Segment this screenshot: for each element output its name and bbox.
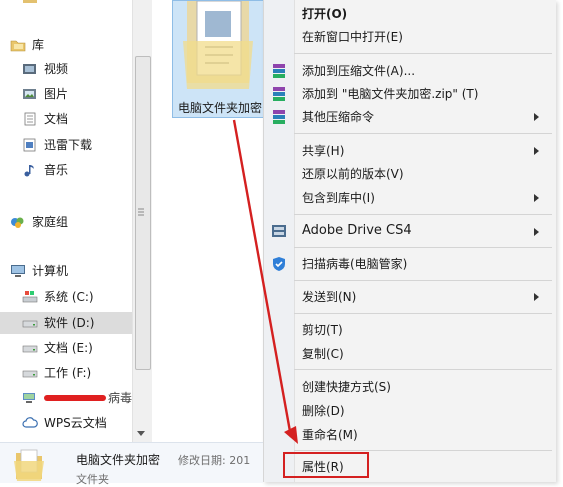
menu-separator — [294, 214, 552, 215]
details-file-type: 文件夹 — [76, 473, 109, 486]
nav-item-computer[interactable]: 计算机 — [10, 260, 68, 282]
nav-item-drive-e[interactable]: 文档 (E:) — [22, 337, 93, 359]
drive-icon — [22, 341, 38, 355]
nav-label: 视频 — [44, 62, 69, 76]
winrar-archive-icon — [273, 87, 285, 101]
nav-item-wps[interactable]: WPS云文档 — [22, 412, 107, 434]
nav-item-pictures[interactable]: 图片 — [22, 83, 68, 105]
menu-separator — [294, 53, 552, 54]
nav-item-drive-c[interactable]: 系统 (C:) — [22, 286, 94, 308]
navigation-pane: 库 视频 图片 文档 迅雷下载 音乐 家庭组 计算机 系统 (C:) 软件 (D… — [0, 0, 152, 442]
context-menu: 打开(O) 在新窗口中打开(E) 添加到压缩文件(A)... 添加到 "电脑文件… — [263, 0, 556, 482]
menu-item-open-new-window[interactable]: 在新窗口中打开(E) — [302, 27, 403, 47]
menu-item-include-library[interactable]: 包含到库中(I) — [302, 188, 375, 208]
nav-item-redacted[interactable]: 病毒 — [22, 387, 132, 409]
nav-label: 音乐 — [44, 163, 69, 177]
download-folder-icon — [22, 138, 38, 152]
submenu-arrow-icon — [534, 194, 539, 202]
menu-item-share[interactable]: 共享(H) — [302, 141, 344, 161]
menu-item-other-compress[interactable]: 其他压缩命令 — [302, 107, 374, 127]
menu-separator — [294, 313, 552, 314]
menu-item-restore[interactable]: 还原以前的版本(V) — [302, 164, 404, 184]
submenu-arrow-icon — [534, 113, 539, 121]
menu-item-delete[interactable]: 删除(D) — [302, 401, 345, 421]
menu-item-create-shortcut[interactable]: 创建快捷方式(S) — [302, 377, 391, 397]
picture-icon — [22, 87, 38, 101]
shield-icon — [273, 257, 285, 271]
menu-item-send-to[interactable]: 发送到(N) — [302, 287, 356, 307]
nav-label: 病毒 — [108, 391, 133, 405]
scroll-down-arrow-icon[interactable] — [135, 428, 147, 438]
music-note-icon — [22, 163, 38, 177]
submenu-arrow-icon — [534, 147, 539, 155]
scroll-grip-icon — [138, 208, 144, 216]
nav-item-library[interactable]: 库 — [10, 34, 44, 56]
nav-label: WPS云文档 — [44, 416, 107, 430]
nav-item-drive-d[interactable]: 软件 (D:) — [0, 312, 152, 334]
folder-icon — [183, 1, 253, 89]
drive-icon — [22, 316, 38, 330]
menu-item-cut[interactable]: 剪切(T) — [302, 320, 343, 340]
folder-name-label: 电脑文件夹加密 — [178, 101, 263, 115]
nav-item-cutoff[interactable] — [22, 0, 44, 8]
system-drive-icon — [22, 290, 38, 304]
menu-separator — [294, 280, 552, 281]
nav-item-xunlei[interactable]: 迅雷下载 — [22, 134, 92, 156]
nav-label: 库 — [32, 38, 45, 52]
menu-item-add-zip[interactable]: 添加到 "电脑文件夹加密.zip" (T) — [302, 84, 478, 104]
redaction-mark — [44, 395, 106, 401]
properties-highlight-box — [283, 452, 369, 478]
nav-label: 图片 — [44, 87, 69, 101]
menu-item-open[interactable]: 打开(O) — [302, 4, 347, 24]
menu-item-copy[interactable]: 复制(C) — [302, 344, 344, 364]
nav-item-documents[interactable]: 文档 — [22, 108, 68, 130]
submenu-arrow-icon — [534, 293, 539, 301]
adobe-drive-icon — [272, 225, 286, 237]
library-folder-icon — [10, 38, 26, 52]
nav-label: 迅雷下载 — [44, 138, 93, 152]
menu-separator — [294, 369, 552, 370]
computer-icon — [10, 264, 26, 278]
winrar-archive-icon — [273, 110, 285, 124]
submenu-arrow-icon — [534, 228, 539, 236]
menu-item-adobe-drive[interactable]: Adobe Drive CS4 — [302, 221, 412, 241]
document-icon — [22, 112, 38, 126]
nav-label: 文档 (E:) — [44, 341, 93, 355]
nav-label: 系统 (C:) — [44, 290, 94, 304]
video-icon — [22, 62, 38, 76]
nav-label: 软件 (D:) — [44, 316, 95, 330]
menu-item-rename[interactable]: 重命名(M) — [302, 425, 358, 445]
menu-separator — [294, 450, 552, 451]
details-modified-label: 修改日期: 201 — [178, 454, 251, 467]
nav-item-drive-f[interactable]: 工作 (F:) — [22, 362, 91, 384]
cloud-icon — [22, 416, 38, 430]
menu-item-scan-virus[interactable]: 扫描病毒(电脑管家) — [302, 254, 407, 274]
homegroup-icon — [10, 215, 26, 229]
nav-label: 工作 (F:) — [44, 366, 92, 380]
folder-icon — [22, 0, 38, 4]
winrar-archive-icon — [273, 64, 285, 78]
nav-label: 文档 — [44, 112, 69, 126]
nav-scrollbar[interactable] — [132, 0, 152, 442]
drive-icon — [22, 366, 38, 380]
menu-item-add-archive[interactable]: 添加到压缩文件(A)... — [302, 61, 415, 81]
nav-item-music[interactable]: 音乐 — [22, 159, 68, 181]
details-pane: 电脑文件夹加密 修改日期: 201 文件夹 — [0, 442, 263, 486]
nav-item-homegroup[interactable]: 家庭组 — [10, 211, 68, 233]
menu-separator — [294, 247, 552, 248]
network-drive-icon — [22, 391, 38, 405]
nav-item-videos[interactable]: 视频 — [22, 58, 68, 80]
nav-label: 计算机 — [32, 264, 69, 278]
folder-icon — [14, 449, 44, 481]
menu-separator — [294, 133, 552, 134]
nav-label: 家庭组 — [32, 215, 69, 229]
details-file-name: 电脑文件夹加密 — [76, 453, 161, 467]
